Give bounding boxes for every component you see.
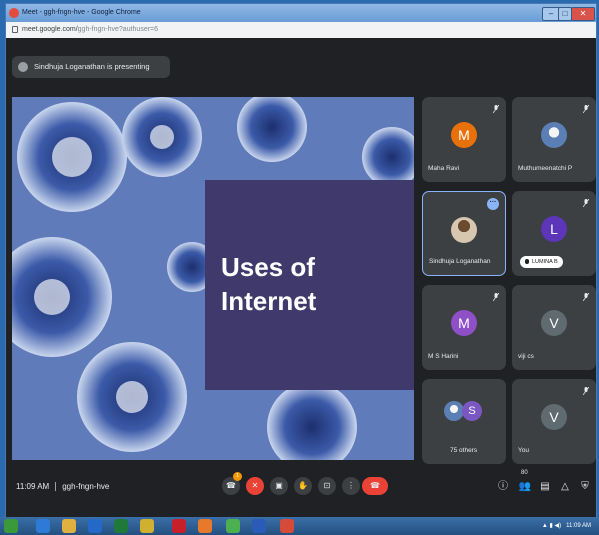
- self-tile[interactable]: V You: [512, 379, 596, 464]
- mic-off-icon: [493, 105, 499, 113]
- maximize-button[interactable]: □: [558, 7, 572, 21]
- mic-off-icon: ✕: [251, 481, 259, 490]
- system-tray: ▲ ▮ ◀) 11:09 AM: [541, 523, 591, 529]
- slide-title-panel: Uses of Internet: [205, 180, 414, 390]
- mic-off-icon: [583, 387, 589, 395]
- speaking-name-pill: LUMINA B: [520, 256, 563, 268]
- meeting-code: ggh-fngn-hve: [62, 482, 110, 491]
- mic-off-icon: [583, 199, 589, 207]
- avatar: [541, 122, 567, 148]
- participant-count: 80: [521, 470, 528, 476]
- participant-name: Muthumeenatchi P: [518, 165, 573, 172]
- present-icon: ⊡: [323, 481, 331, 490]
- mic-off-icon: [493, 293, 499, 301]
- others-tile[interactable]: S 75 others: [422, 379, 506, 464]
- start-icon[interactable]: [4, 519, 18, 533]
- meet-app: Sindhuja Loganathan is presenting Uses o…: [6, 38, 596, 517]
- end-call-icon: ☎: [370, 481, 380, 490]
- more-icon: ⋮: [347, 481, 355, 490]
- avatar: M: [451, 310, 477, 336]
- activities-icon[interactable]: △: [558, 480, 572, 494]
- avatar: V: [541, 310, 567, 336]
- media-icon[interactable]: [88, 519, 102, 533]
- ie-icon[interactable]: [36, 519, 50, 533]
- meeting-time: 11:09 AM: [16, 482, 50, 491]
- avatar: S: [462, 401, 482, 421]
- folder-icon[interactable]: [62, 519, 76, 533]
- participant-name: Maha Ravi: [428, 165, 460, 172]
- participant-name: Sindhuja Loganathan: [429, 258, 491, 265]
- windows-taskbar: ▲ ▮ ◀) 11:09 AM: [0, 517, 599, 535]
- mic-off-icon: [583, 293, 589, 301]
- present-button[interactable]: ⊡: [318, 477, 336, 495]
- presentation-stage[interactable]: Uses of Internet: [12, 97, 414, 460]
- participant-tile[interactable]: Muthumeenatchi P: [512, 97, 596, 182]
- tray-clock: 11:09 AM: [566, 523, 591, 529]
- host-controls-icon[interactable]: ⛨: [578, 480, 592, 494]
- chat-icon[interactable]: ▤: [538, 480, 552, 494]
- info-icon[interactable]: ⓘ: [496, 480, 510, 494]
- camera-off-icon: ▣: [275, 481, 283, 490]
- window-title: Meet - ggh-fngn-hve - Google Chrome: [22, 9, 141, 16]
- participant-tile[interactable]: V viji cs: [512, 285, 596, 370]
- opera-icon[interactable]: [172, 519, 186, 533]
- mic-off-icon: [583, 105, 589, 113]
- meeting-info: 11:09 AM ggh-fngn-hve: [16, 482, 110, 492]
- others-count: 75 others: [450, 447, 478, 454]
- avatar: [451, 217, 477, 243]
- lock-icon: [12, 26, 18, 33]
- raise-hand-button[interactable]: ☎ 1: [222, 472, 242, 495]
- people-icon: 👥: [518, 481, 532, 492]
- avatar: V: [541, 404, 567, 430]
- mic-toggle-button[interactable]: ✕: [246, 477, 264, 495]
- avatar: [444, 401, 464, 421]
- mic-icon: [525, 259, 529, 265]
- url-text[interactable]: meet.google.com/ggh-fngn-hve?authuser=6: [22, 22, 158, 38]
- more-options-icon[interactable]: ···: [487, 198, 499, 210]
- excel-icon[interactable]: [114, 519, 128, 533]
- participant-tile[interactable]: M M S Harini: [422, 285, 506, 370]
- hand-button[interactable]: ✋: [294, 477, 312, 495]
- raise-hand-icon: ☎: [226, 481, 236, 490]
- chrome-icon: [9, 8, 19, 18]
- participant-tile[interactable]: ··· Sindhuja Loganathan: [422, 191, 506, 276]
- presenter-avatar: [18, 62, 28, 72]
- end-call-button[interactable]: ☎: [362, 477, 388, 495]
- more-options-button[interactable]: ⋮: [342, 477, 360, 495]
- camera-toggle-button[interactable]: ▣: [270, 477, 288, 495]
- control-bar: 11:09 AM ggh-fngn-hve ☎ 1 ✕ ▣ ✋ ⊡ ⋮ ☎ ⓘ 👥 …: [6, 466, 596, 517]
- firefox-icon[interactable]: [198, 519, 212, 533]
- app-icon[interactable]: [140, 519, 154, 533]
- participant-tile[interactable]: L LUMINA B: [512, 191, 596, 276]
- participant-name: You: [518, 447, 529, 454]
- participant-tile[interactable]: M Maha Ravi: [422, 97, 506, 182]
- avatar: M: [451, 122, 477, 148]
- close-button[interactable]: ✕: [571, 7, 595, 21]
- notification-badge: 1: [233, 472, 242, 481]
- people-button[interactable]: 👥: [518, 480, 532, 494]
- chrome-taskbar-icon[interactable]: [226, 519, 240, 533]
- hand-icon: ✋: [298, 481, 308, 490]
- slide-title: Uses of Internet: [221, 252, 317, 316]
- word-icon[interactable]: [252, 519, 266, 533]
- avatar: L: [541, 216, 567, 242]
- browser-window: Meet - ggh-fngn-hve - Google Chrome – □ …: [5, 3, 597, 518]
- presenting-banner: Sindhuja Loganathan is presenting: [12, 56, 170, 78]
- participant-name: viji cs: [518, 353, 534, 360]
- chrome-active-icon[interactable]: [280, 519, 294, 533]
- participant-name: M S Harini: [428, 353, 459, 360]
- title-bar: Meet - ggh-fngn-hve - Google Chrome – □ …: [6, 4, 596, 22]
- address-bar[interactable]: meet.google.com/ggh-fngn-hve?authuser=6: [6, 22, 596, 39]
